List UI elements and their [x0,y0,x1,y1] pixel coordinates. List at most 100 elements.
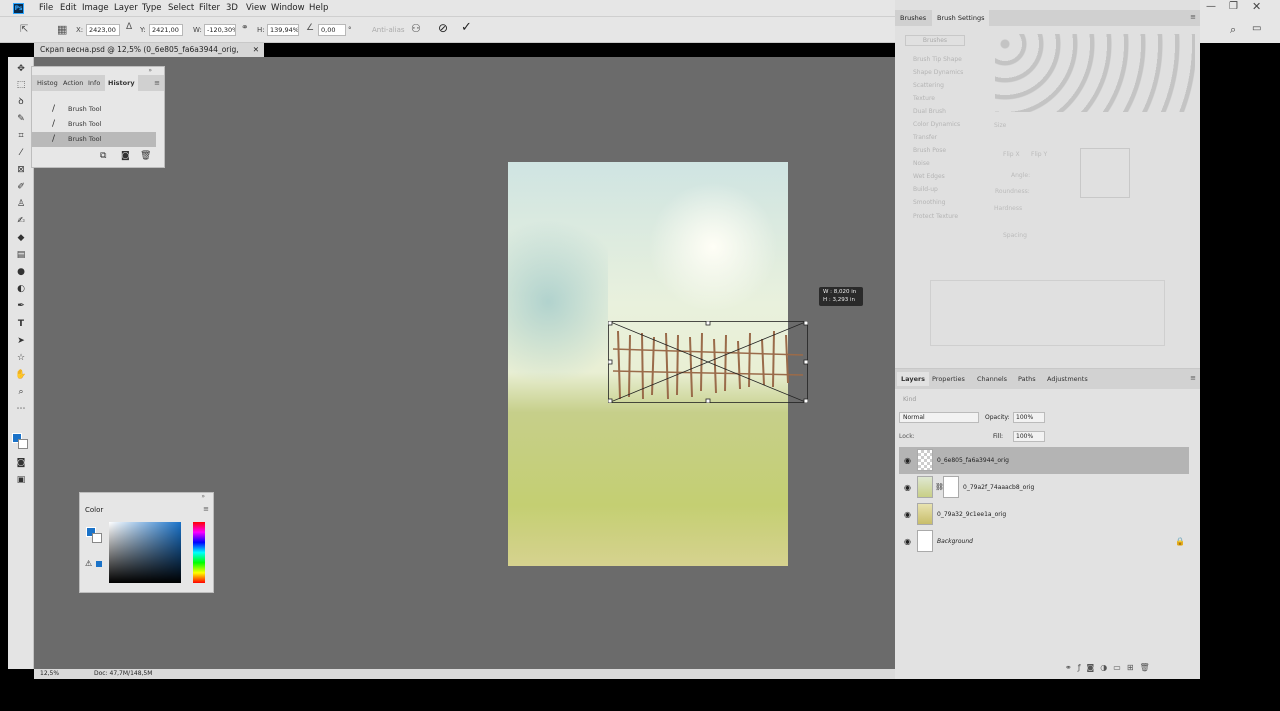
websafe-swatch[interactable] [96,561,102,567]
layer-row[interactable]: ◉ ⛓ 0_79a2f_74aaacb8_orig [899,474,1189,501]
brush-option[interactable]: Brush Pose [899,145,979,157]
brush-presets-grid[interactable] [995,34,1195,112]
menu-view[interactable]: View [246,3,266,13]
reference-point-icon[interactable]: ▦ [57,23,67,36]
brush-option[interactable]: Transfer [899,132,979,144]
history-brush-icon[interactable]: ✍ [15,215,27,227]
menu-image[interactable]: Image [82,3,109,13]
visibility-eye-icon[interactable]: ◉ [904,528,911,555]
new-document-icon[interactable]: ⧉ [100,151,106,161]
crop-tool-icon[interactable]: ⌗ [15,130,27,142]
brush-option[interactable]: Texture [899,93,979,105]
background-swatch[interactable] [18,439,28,449]
gradient-icon[interactable]: ▤ [15,249,27,261]
camera-icon[interactable]: ◙ [121,151,130,161]
transform-box[interactable] [608,321,808,403]
panel-menu-icon[interactable]: ≡ [1190,374,1196,382]
delta-icon[interactable]: Δ [126,22,132,32]
close-tab-icon[interactable]: ✕ [253,43,259,57]
tab-brushes[interactable]: Brushes [900,10,926,26]
y-field[interactable]: 2421,00 p [149,24,183,36]
menu-file[interactable]: File [39,3,53,13]
color-field[interactable] [109,522,181,583]
tab-adjustments[interactable]: Adjustments [1043,372,1092,386]
background-color-swatch[interactable] [92,533,102,543]
fill-field[interactable]: 100% [1013,431,1045,442]
tab-channels[interactable]: Channels [973,372,1011,386]
close-icon[interactable]: ✕ [1252,0,1261,13]
stamp-tool-icon[interactable]: ♙ [15,198,27,210]
panel-menu-icon[interactable]: ≡ [154,79,160,87]
blend-mode-select[interactable]: Normal [899,412,979,423]
lasso-tool-icon[interactable]: ꝺ [15,96,27,108]
type-tool-icon[interactable]: T [15,318,27,330]
brush-option[interactable]: Dual Brush [899,106,979,118]
menu-filter[interactable]: Filter [199,3,220,13]
move-tool-icon[interactable]: ✥ [15,63,27,75]
opacity-field[interactable]: 100% [1013,412,1045,423]
dodge-tool-icon[interactable]: ◐ [15,283,27,295]
tab-properties[interactable]: Properties [928,372,969,386]
brushes-button[interactable]: Brushes [905,35,965,46]
collapse-icon[interactable]: » [201,493,205,500]
brush-option[interactable]: Brush Tip Shape [899,54,979,66]
warp-icon[interactable]: ⚇ [411,22,421,35]
x-field[interactable]: 2423,00 p [86,24,120,36]
brush-option[interactable]: Wet Edges [899,171,979,183]
brush-option[interactable]: Shape Dynamics [899,67,979,79]
tab-brush-settings[interactable]: Brush Settings [932,10,990,26]
minimize-icon[interactable]: — [1206,1,1216,12]
search-icon[interactable]: ⌕ [1230,23,1236,37]
zoom-level[interactable]: 12,5% [40,669,59,679]
blur-tool-icon[interactable]: ● [15,266,27,278]
tab-info[interactable]: Info [85,75,103,91]
panel-menu-icon[interactable]: ≡ [203,505,209,513]
brush-option[interactable]: Noise [899,158,979,170]
tab-actions[interactable]: Action [60,75,86,91]
screen-mode-icon[interactable]: ▣ [15,474,27,486]
frame-tool-icon[interactable]: ⊠ [15,164,27,176]
brush-option[interactable]: Scattering [899,80,979,92]
tab-history[interactable]: History [105,75,138,91]
cancel-transform-icon[interactable]: ⊘ [438,21,448,35]
pen-tool-icon[interactable]: ✒ [15,300,27,312]
path-select-icon[interactable]: ➤ [15,335,27,347]
menu-select[interactable]: Select [168,3,194,13]
panel-menu-icon[interactable]: ≡ [1190,13,1196,21]
menu-3d[interactable]: 3D [226,3,238,13]
eyedropper-icon[interactable]: ⁄ [15,147,27,159]
quick-mask-icon[interactable]: ◙ [15,457,27,469]
commit-transform-icon[interactable]: ✓ [461,20,472,35]
layer-mask-thumbnail[interactable] [943,476,959,498]
height-field[interactable]: 139,94% [267,24,299,36]
menu-edit[interactable]: Edit [60,3,76,13]
eraser-icon[interactable]: ◆ [15,232,27,244]
tab-layers[interactable]: Layers [897,372,930,386]
brush-option[interactable]: Protect Texture [899,211,979,223]
layer-row[interactable]: ◉ 0_79a32_9c1ee1a_orig [899,501,1189,528]
visibility-eye-icon[interactable]: ◉ [904,474,911,501]
marquee-tool-icon[interactable]: ⬚ [15,79,27,91]
quick-select-icon[interactable]: ✎ [15,113,27,125]
trash-icon[interactable]: 🗑 [140,151,151,161]
hue-slider[interactable] [193,522,205,583]
shape-tool-icon[interactable]: ☆ [15,352,27,364]
brush-option[interactable]: Build-up [899,184,979,196]
document-tab[interactable]: Скрап весна.psd @ 12,5% (0_6e805_fa6a394… [34,43,264,68]
history-item[interactable]: / Brush Tool [32,102,156,117]
link-icon[interactable]: ⚭ [241,23,249,33]
brush-angle-preview[interactable] [1080,148,1130,198]
workspace-icon[interactable]: ▭ [1252,23,1261,34]
layer-actions[interactable]: ⚭ƒ◙◑▭⊞🗑 [1065,663,1195,673]
flip-x-label[interactable]: Flip X [1003,151,1020,158]
layer-row[interactable]: ◉ Background 🔒 [899,528,1189,555]
visibility-eye-icon[interactable]: ◉ [904,501,911,528]
menu-window[interactable]: Window [271,3,305,13]
collapse-icon[interactable]: » [148,67,152,74]
menu-help[interactable]: Help [309,3,328,13]
more-tools-icon[interactable]: ⋯ [15,403,27,415]
history-item-selected[interactable]: / Brush Tool [32,132,156,147]
width-field[interactable]: -120,30% [204,24,236,36]
angle-field[interactable]: 0,00 [318,24,346,36]
brush-option[interactable]: Color Dynamics [899,119,979,131]
